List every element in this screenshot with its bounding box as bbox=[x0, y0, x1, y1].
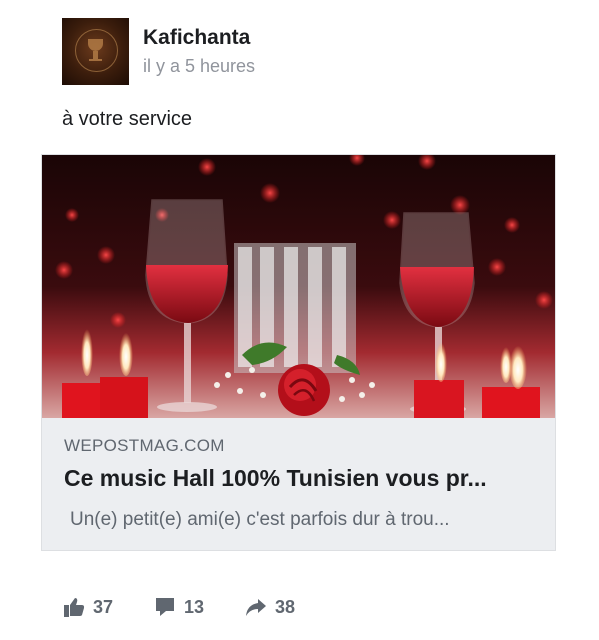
comment-count: 13 bbox=[184, 597, 205, 617]
link-preview-image[interactable] bbox=[42, 155, 555, 418]
share-arrow-icon bbox=[246, 599, 266, 616]
post-text: à votre service bbox=[62, 108, 193, 130]
link-headline[interactable]: Ce music Hall 100% Tunisien vous pr... bbox=[64, 465, 539, 492]
post-timestamp[interactable]: il y a 5 heures bbox=[143, 56, 255, 77]
post-actions: 37 13 38 bbox=[62, 592, 462, 622]
share-count: 38 bbox=[275, 597, 296, 617]
page-name[interactable]: Kafichanta bbox=[143, 26, 250, 50]
link-meta[interactable]: WEPOSTMAG.COM Ce music Hall 100% Tunisie… bbox=[42, 418, 555, 550]
link-description: Un(e) petit(e) ami(e) c'est parfois dur … bbox=[70, 509, 450, 530]
thumbs-up-icon bbox=[64, 598, 85, 617]
comment-bubble-icon bbox=[156, 598, 174, 616]
logo-cup-foot bbox=[89, 59, 102, 61]
link-preview-card[interactable]: WEPOSTMAG.COM Ce music Hall 100% Tunisie… bbox=[41, 154, 556, 551]
page-avatar[interactable] bbox=[62, 18, 129, 85]
logo-cup-stem bbox=[93, 51, 98, 59]
like-count: 37 bbox=[93, 597, 114, 617]
link-domain: WEPOSTMAG.COM bbox=[64, 436, 225, 455]
